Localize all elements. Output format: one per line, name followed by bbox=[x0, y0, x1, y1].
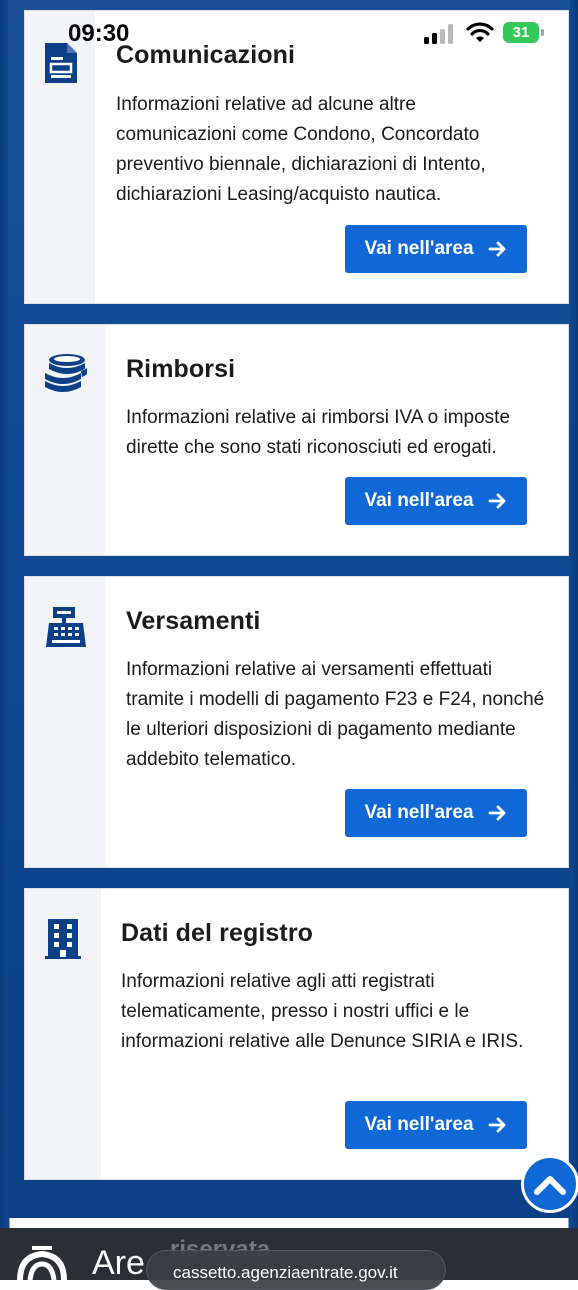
card-description: Informazioni relative ai rimborsi IVA o … bbox=[126, 407, 511, 458]
go-to-area-button[interactable]: Vai nell'area bbox=[345, 225, 527, 273]
coins-icon bbox=[45, 353, 87, 400]
card-title: Dati del registro bbox=[121, 919, 314, 947]
arrow-right-icon bbox=[488, 493, 505, 509]
card-versamenti: Versamenti Informazioni relative ai vers… bbox=[24, 576, 569, 868]
card-description: Informazioni relative ad alcune altre co… bbox=[116, 94, 486, 205]
chevron-up-icon bbox=[534, 1176, 566, 1195]
button-label: Vai nell'area bbox=[364, 490, 474, 511]
battery-icon: 31 bbox=[503, 22, 539, 43]
scroll-to-top-button[interactable] bbox=[521, 1155, 578, 1213]
wifi-icon bbox=[466, 22, 494, 49]
arrow-right-icon bbox=[488, 805, 505, 821]
go-to-area-button[interactable]: Vai nell'area bbox=[345, 789, 527, 837]
button-label: Vai nell'area bbox=[364, 238, 474, 259]
agenzia-logo-icon bbox=[14, 1244, 70, 1285]
status-bar: 09:30 31 bbox=[0, 0, 578, 50]
go-to-area-button[interactable]: Vai nell'area bbox=[345, 1101, 527, 1149]
battery-level: 31 bbox=[512, 24, 530, 41]
card-description: Informazioni relative agli atti registra… bbox=[121, 971, 524, 1052]
card-title: Rimborsi bbox=[126, 355, 236, 383]
url-text: cassetto.agenziaentrate.gov.it bbox=[173, 1263, 398, 1282]
card-description: Informazioni relative ai versamenti effe… bbox=[126, 659, 545, 770]
button-label: Vai nell'area bbox=[364, 1114, 474, 1135]
browser-url-bar[interactable]: cassetto.agenziaentrate.gov.it bbox=[146, 1250, 446, 1290]
cash-register-icon bbox=[45, 607, 87, 652]
card-dati-del-registro: Dati del registro Informazioni relative … bbox=[24, 888, 569, 1180]
battery-tip bbox=[541, 29, 544, 36]
card-title: Versamenti bbox=[126, 607, 261, 635]
signal-icon bbox=[424, 24, 456, 49]
arrow-right-icon bbox=[488, 241, 505, 257]
button-label: Vai nell'area bbox=[364, 802, 474, 823]
card-comunicazioni: Comunicazioni Informazioni relative ad a… bbox=[24, 10, 569, 304]
go-to-area-button[interactable]: Vai nell'area bbox=[345, 477, 527, 525]
arrow-right-icon bbox=[488, 1117, 505, 1133]
card-rimborsi: Rimborsi Informazioni relative ai rimbor… bbox=[24, 324, 569, 556]
building-icon bbox=[45, 919, 81, 964]
status-time: 09:30 bbox=[68, 20, 130, 47]
footer-brand: Are bbox=[92, 1244, 145, 1282]
